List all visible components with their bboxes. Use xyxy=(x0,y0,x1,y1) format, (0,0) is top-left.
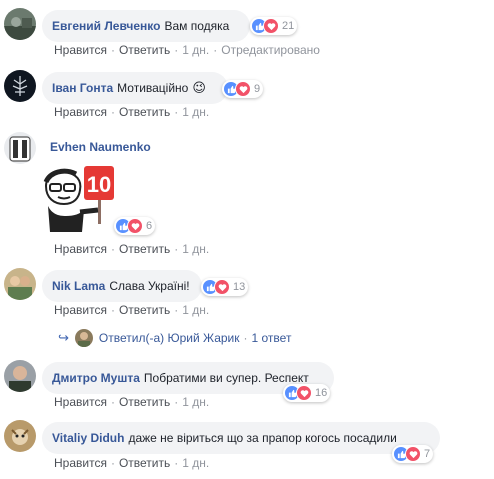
reaction-summary[interactable]: 13 xyxy=(201,278,249,296)
like-link[interactable]: Нравится xyxy=(54,395,107,409)
comment-bubble: Іван Гонта Мотиваційно 😉 xyxy=(42,72,228,104)
comment-author[interactable]: Евгений Левченко xyxy=(52,19,160,33)
heart-icon xyxy=(127,218,143,234)
sticker-number: 10 xyxy=(87,172,111,197)
timestamp[interactable]: 1 дн. xyxy=(182,303,209,317)
avatar[interactable] xyxy=(4,70,36,102)
reaction-summary[interactable]: 16 xyxy=(283,384,331,402)
comment-text: Вам подяка xyxy=(164,19,230,33)
separator: · xyxy=(110,43,115,57)
reaction-summary[interactable]: 21 xyxy=(250,17,298,35)
separator: · xyxy=(174,303,179,317)
timestamp[interactable]: 1 дн. xyxy=(182,242,209,256)
reaction-count: 21 xyxy=(282,20,295,32)
reaction-count: 9 xyxy=(254,83,261,95)
comment-actions: Нравится · Ответить · 1 дн. xyxy=(54,303,209,317)
separator: · xyxy=(213,43,218,57)
reaction-summary[interactable]: 6 xyxy=(114,217,156,235)
avatar[interactable] xyxy=(4,360,36,392)
comment-bubble: Nik Lama Слава Україні! xyxy=(42,270,202,302)
comment-author[interactable]: Vitaliy Diduh xyxy=(52,431,124,445)
comment-author[interactable]: Nik Lama xyxy=(52,279,105,293)
comment-author[interactable]: Evhen Naumenko xyxy=(50,140,151,154)
separator: · xyxy=(110,303,115,317)
separator: · xyxy=(174,456,179,470)
avatar[interactable] xyxy=(4,132,36,164)
separator: · xyxy=(110,105,115,119)
comment-actions: Нравится · Ответить · 1 дн. xyxy=(54,242,209,256)
like-link[interactable]: Нравится xyxy=(54,303,107,317)
reaction-summary[interactable]: 9 xyxy=(222,80,264,98)
separator: · xyxy=(174,395,179,409)
reply-link[interactable]: Ответить xyxy=(119,456,170,470)
timestamp[interactable]: 1 дн. xyxy=(182,395,209,409)
comment-author[interactable]: Дмитро Мушта xyxy=(52,371,140,385)
reply-link[interactable]: Ответить xyxy=(119,303,170,317)
reply-arrow-icon: ↪ xyxy=(58,330,69,345)
comment-actions: Нравится · Ответить · 1 дн. xyxy=(54,456,209,470)
like-link[interactable]: Нравится xyxy=(54,43,107,57)
separator: · xyxy=(110,395,115,409)
like-link[interactable]: Нравится xyxy=(54,456,107,470)
separator: · xyxy=(110,456,115,470)
timestamp[interactable]: 1 дн. xyxy=(182,43,209,57)
avatar[interactable] xyxy=(4,268,36,300)
reply-link[interactable]: Ответить xyxy=(119,395,170,409)
separator: · xyxy=(243,331,248,345)
separator: · xyxy=(174,105,179,119)
edited-label[interactable]: Отредактировано xyxy=(221,43,320,57)
separator: · xyxy=(110,242,115,256)
comment-bubble: Евгений Левченко Вам подяка xyxy=(42,10,250,42)
timestamp[interactable]: 1 дн. xyxy=(182,456,209,470)
reply-link[interactable]: Ответить xyxy=(119,43,170,57)
view-replies-link[interactable]: ↪ Ответил(-а) Юрий Жарик · 1 ответ xyxy=(58,329,291,347)
reaction-count: 16 xyxy=(315,387,328,399)
comment-text: даже не віриться що за прапор когось пос… xyxy=(128,431,397,445)
heart-icon xyxy=(235,81,251,97)
reaction-count: 13 xyxy=(233,281,246,293)
comment-actions: Нравится · Ответить · 1 дн. xyxy=(54,395,209,409)
comment-bubble: Vitaliy Diduh даже не віриться що за пра… xyxy=(42,422,440,454)
heart-icon xyxy=(214,279,230,295)
avatar[interactable] xyxy=(4,8,36,40)
reply-count[interactable]: 1 ответ xyxy=(252,331,292,345)
reply-link[interactable]: Ответить xyxy=(119,105,170,119)
wink-emoji: 😉 xyxy=(192,80,206,95)
reaction-summary[interactable]: 7 xyxy=(392,445,434,463)
heart-icon xyxy=(263,18,279,34)
reaction-count: 6 xyxy=(146,220,153,232)
reply-link[interactable]: Ответить xyxy=(119,242,170,256)
comment-actions: Нравится · Ответить · 1 дн. · Отредактировано xyxy=(54,43,320,57)
avatar[interactable] xyxy=(4,420,36,452)
comment-text: Слава Україні! xyxy=(109,279,190,293)
comment-author[interactable]: Іван Гонта xyxy=(52,81,113,95)
timestamp[interactable]: 1 дн. xyxy=(182,105,209,119)
like-link[interactable]: Нравится xyxy=(54,242,107,256)
heart-icon xyxy=(405,446,421,462)
sticker-image[interactable]: 10 xyxy=(40,160,122,242)
comment-text: Мотиваційно xyxy=(117,81,189,95)
comment-text: Побратими ви супер. Респект xyxy=(143,371,309,385)
comment-actions: Нравится · Ответить · 1 дн. xyxy=(54,105,209,119)
reply-author-label[interactable]: Ответил(-а) Юрий Жарик xyxy=(99,331,240,345)
reaction-count: 7 xyxy=(424,448,431,460)
reply-avatar xyxy=(74,329,93,347)
heart-icon xyxy=(296,385,312,401)
separator: · xyxy=(174,43,179,57)
like-link[interactable]: Нравится xyxy=(54,105,107,119)
separator: · xyxy=(174,242,179,256)
